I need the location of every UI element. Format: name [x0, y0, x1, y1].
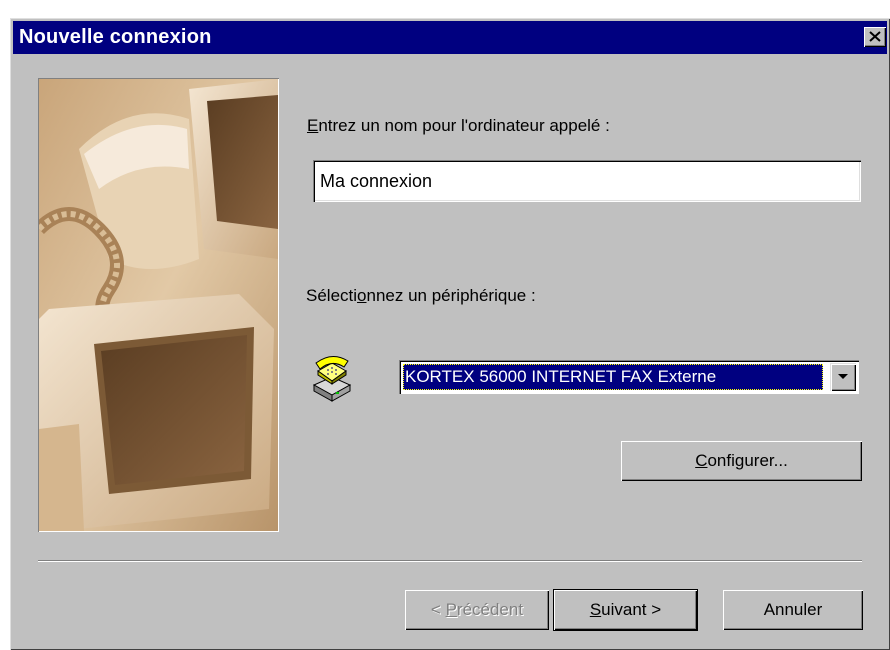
computer-name-label: Entrez un nom pour l'ordinateur appelé :: [307, 116, 610, 135]
dialog-window: Nouvelle connexion Entrez un nom pour l'…: [10, 18, 890, 650]
title-bar[interactable]: Nouvelle connexion: [13, 21, 887, 54]
cancel-button[interactable]: Annuler: [723, 590, 863, 630]
window-title: Nouvelle connexion: [19, 26, 212, 48]
close-icon: [869, 31, 881, 42]
wizard-illustration: [38, 78, 279, 532]
back-button[interactable]: < Précédent: [405, 590, 549, 630]
configure-button[interactable]: Configurer...: [621, 441, 862, 481]
device-selected-value: KORTEX 56000 INTERNET FAX Externe: [403, 364, 823, 390]
telephone-modem-icon: [312, 356, 352, 402]
chevron-down-icon: [838, 374, 848, 379]
dropdown-button[interactable]: [830, 363, 856, 391]
device-label: Sélectionnez un périphérique :: [306, 286, 536, 305]
close-button[interactable]: [864, 27, 886, 47]
connection-name-input[interactable]: Ma connexion: [313, 160, 861, 202]
next-button[interactable]: Suivant >: [554, 590, 697, 630]
device-select[interactable]: KORTEX 56000 INTERNET FAX Externe: [399, 360, 859, 394]
separator: [38, 560, 862, 562]
